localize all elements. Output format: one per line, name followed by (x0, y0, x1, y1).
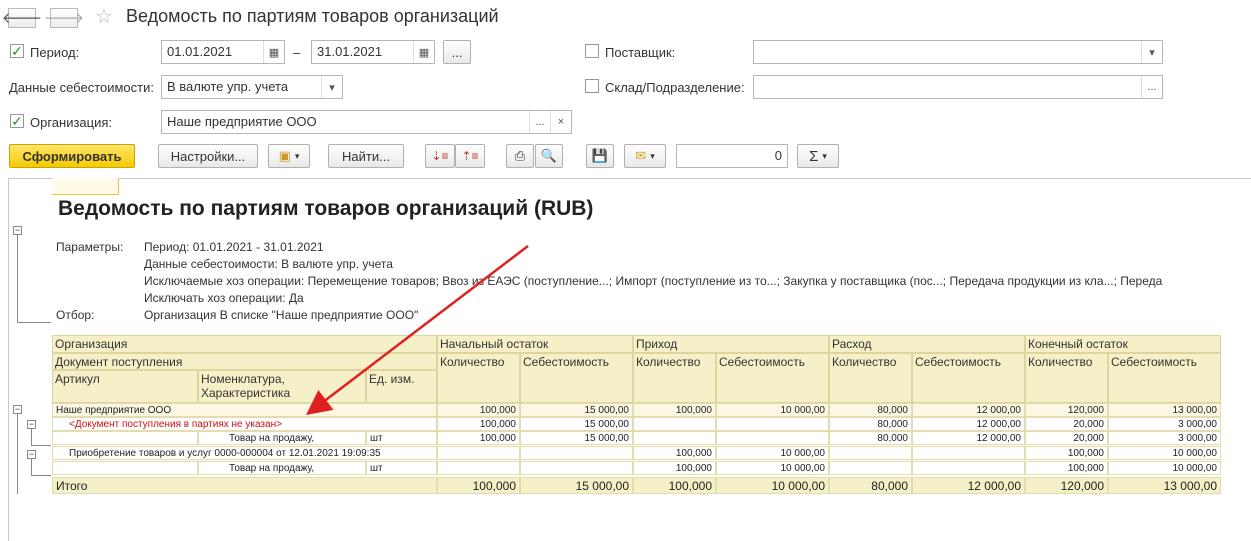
annotation-arrow (306, 245, 529, 416)
